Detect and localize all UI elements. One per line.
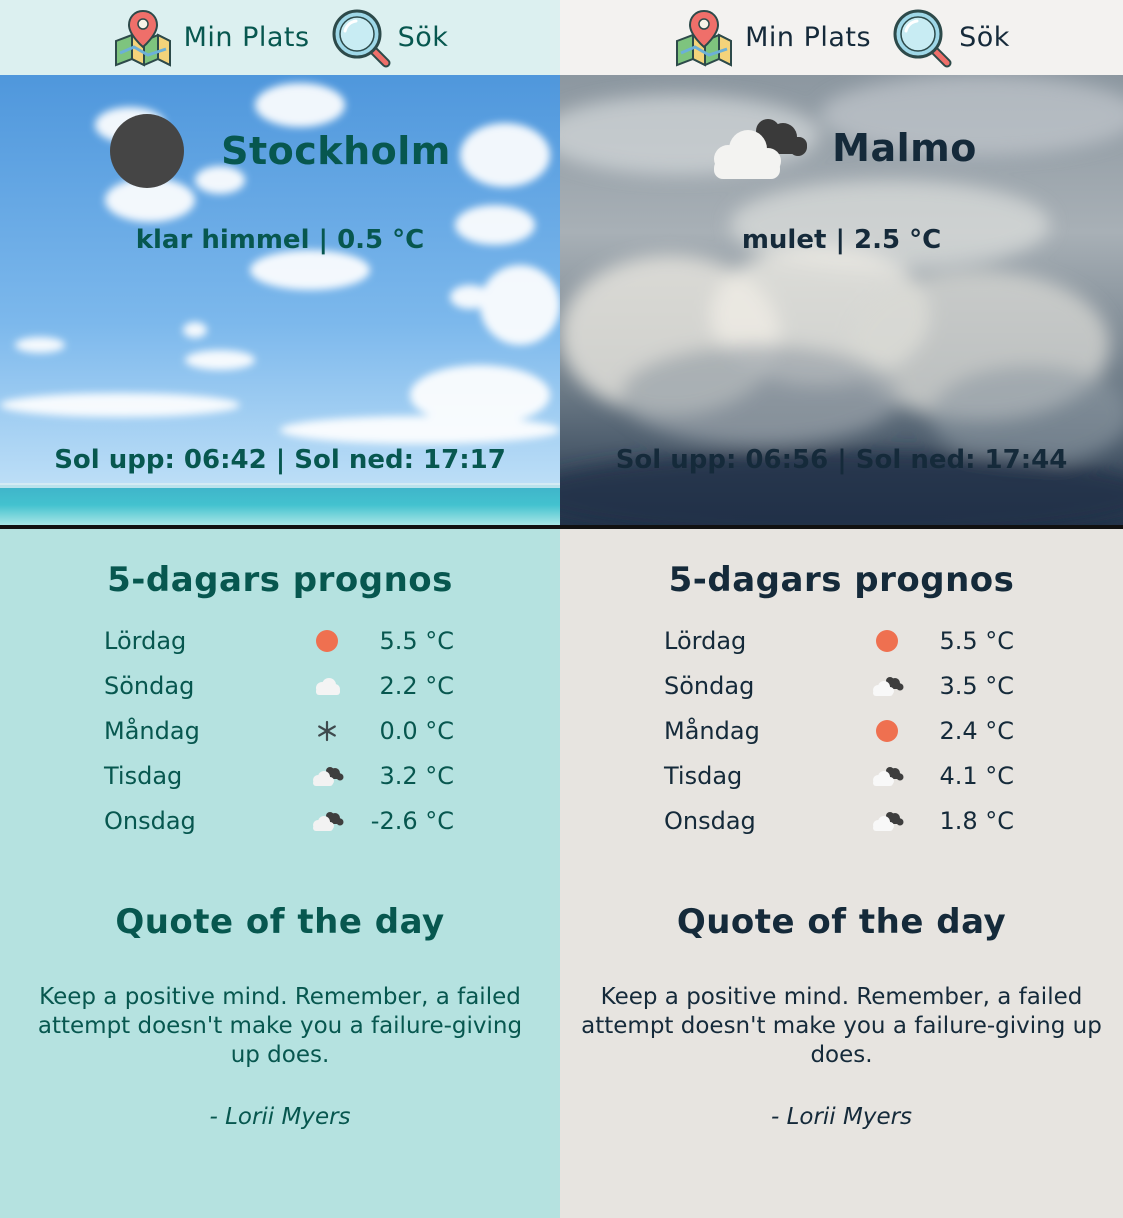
forecast-temp: 1.8 °C [939, 806, 1014, 835]
forecast-temp: 5.5 °C [939, 626, 1014, 655]
city-name: Malmo [832, 126, 977, 170]
forecast-row: Söndag 2.2 °C [104, 663, 456, 708]
broken-clouds-icon [870, 807, 904, 835]
forecast-day: Lördag [104, 626, 187, 655]
city-panel-stockholm: Min Plats Sök Stockholm klar himmel | 0.… [0, 0, 560, 1218]
top-nav: Min Plats Sök [560, 0, 1123, 75]
forecast-day: Lördag [664, 626, 747, 655]
sun-times: Sol upp: 06:56 | Sol ned: 17:44 [615, 445, 1068, 475]
quote-text: Keep a positive mind. Remember, a failed… [581, 984, 1102, 1068]
broken-clouds-icon [870, 762, 904, 790]
city-header: Stockholm [0, 113, 560, 189]
my-location-button[interactable]: Min Plats [673, 9, 871, 67]
sun-times: Sol upp: 06:42 | Sol ned: 17:17 [54, 445, 506, 475]
forecast-day: Tisdag [104, 761, 183, 790]
broken-clouds-icon [310, 762, 344, 790]
my-location-label: Min Plats [745, 22, 872, 53]
snowflake-icon [310, 717, 344, 745]
current-weather-hero: Stockholm klar himmel | 0.5 °C Sol upp: … [0, 75, 560, 529]
sun-icon [870, 717, 904, 745]
map-pin-icon [676, 9, 733, 67]
forecast-day: Söndag [104, 671, 195, 700]
weather-description: klar himmel | 0.5 °C [135, 225, 425, 255]
my-location-label: Min Plats [183, 22, 310, 53]
sun-icon [310, 627, 344, 655]
current-weather-hero: Malmo mulet | 2.5 °C Sol upp: 06:56 | So… [560, 75, 1123, 529]
broken-clouds-icon [714, 119, 808, 179]
search-icon [332, 9, 391, 67]
forecast-temp: 3.2 °C [379, 761, 454, 790]
forecast-day: Onsdag [104, 806, 196, 835]
forecast-row: Tisdag 4.1 °C [664, 753, 1016, 798]
forecast-title: 5-dagars prognos [668, 560, 1015, 600]
top-nav: Min Plats Sök [0, 0, 560, 75]
forecast-row: Lördag 5.5 °C [104, 618, 456, 663]
forecast-row: Måndag 2.4 °C [664, 708, 1016, 753]
forecast-temp: 2.4 °C [939, 716, 1014, 745]
forecast-temp: 2.2 °C [379, 671, 454, 700]
forecast-temp: 5.5 °C [379, 626, 454, 655]
forecast-temp: 3.5 °C [939, 671, 1014, 700]
quote-title: Quote of the day [676, 902, 1007, 942]
forecast-temp: 0.0 °C [379, 716, 454, 745]
forecast-list: Lördag 5.5 °C Söndag 3.5 °C Måndag 2.4 °… [664, 618, 1016, 843]
hero-content: Malmo mulet | 2.5 °C Sol upp: 06:56 | So… [560, 75, 1123, 525]
sun-icon [870, 627, 904, 655]
city-panel-malmo: Min Plats Sök Malmo mulet | 2.5 °C Sol u… [560, 0, 1123, 1218]
moon-icon [110, 114, 185, 188]
cloud-icon [310, 672, 344, 700]
forecast-list: Lördag 5.5 °C Söndag 2.2 °C Måndag 0.0 °… [104, 618, 456, 843]
forecast-title: 5-dagars prognos [107, 560, 453, 600]
forecast-row: Måndag 0.0 °C [104, 708, 456, 753]
quote-author: - Lorii Myers [209, 1104, 351, 1130]
forecast-temp: -2.6 °C [370, 806, 454, 835]
forecast-day: Tisdag [664, 761, 743, 790]
quote-text: Keep a positive mind. Remember, a failed… [37, 984, 523, 1068]
forecast-row: Onsdag -2.6 °C [104, 798, 456, 843]
forecast-row: Tisdag 3.2 °C [104, 753, 456, 798]
map-pin-icon [114, 9, 171, 67]
forecast-temp: 4.1 °C [939, 761, 1014, 790]
forecast-day: Måndag [664, 716, 760, 745]
forecast-row: Lördag 5.5 °C [664, 618, 1016, 663]
quote-author: - Lorii Myers [770, 1104, 913, 1130]
search-label: Sök [397, 22, 449, 53]
search-button[interactable]: Sök [891, 7, 1010, 69]
weather-description: mulet | 2.5 °C [741, 225, 942, 255]
forecast-row: Onsdag 1.8 °C [664, 798, 1016, 843]
quote-title: Quote of the day [115, 902, 445, 942]
search-button[interactable]: Sök [330, 7, 449, 69]
forecast-row: Söndag 3.5 °C [664, 663, 1016, 708]
city-name: Stockholm [221, 129, 451, 173]
forecast-day: Måndag [104, 716, 200, 745]
broken-clouds-icon [870, 672, 904, 700]
broken-clouds-icon [310, 807, 344, 835]
city-header: Malmo [560, 113, 1123, 183]
forecast-day: Onsdag [664, 806, 756, 835]
search-icon [893, 9, 952, 67]
search-label: Sök [959, 22, 1010, 53]
hero-content: Stockholm klar himmel | 0.5 °C Sol upp: … [0, 75, 560, 525]
my-location-button[interactable]: Min Plats [112, 9, 310, 67]
forecast-day: Söndag [664, 671, 755, 700]
